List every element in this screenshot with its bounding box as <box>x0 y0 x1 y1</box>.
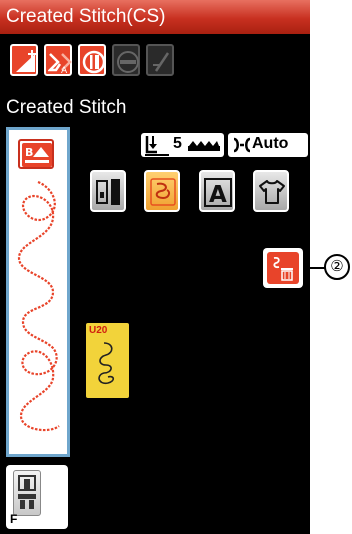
created-stitch-mode-icon <box>150 178 176 206</box>
presser-foot-frame <box>13 470 41 516</box>
presser-foot-pressure-icon <box>145 136 169 156</box>
shirt-mode-tab[interactable] <box>253 170 289 212</box>
window-title: Created Stitch(CS) <box>6 6 166 27</box>
elongation-icon <box>16 50 36 72</box>
title-bar: Created Stitch(CS) <box>0 0 310 34</box>
preview-swap-button[interactable]: B <box>18 139 54 169</box>
delete-stitch-button-face <box>267 252 299 284</box>
stitch-width-icon <box>117 51 139 73</box>
stitch-pattern-icon <box>98 342 115 385</box>
callout-number: ② <box>324 254 350 280</box>
svg-text:A: A <box>61 66 68 75</box>
flip-preview-icon: B <box>22 143 52 167</box>
page-heading: Created Stitch <box>6 97 127 118</box>
presser-foot-icon <box>18 475 36 509</box>
stitch-tile-u20[interactable]: U20 <box>86 323 129 398</box>
svg-text:B: B <box>25 146 33 159</box>
mirror-button[interactable]: A <box>44 44 72 76</box>
elongation-button[interactable] <box>10 44 38 76</box>
stitch-tile-code: U20 <box>89 325 108 336</box>
shirt-mode-icon <box>259 180 285 204</box>
presser-foot-indicator: F <box>6 465 68 529</box>
letter-mode-icon: A <box>204 178 232 208</box>
stitch-length-button[interactable] <box>146 44 174 76</box>
app-screen: Created Stitch(CS) A Created Stitch B 5 … <box>0 0 310 534</box>
utility-mode-icon <box>96 179 120 205</box>
thread-tension-icon <box>233 137 251 153</box>
callout-leader-line <box>303 267 325 269</box>
utility-mode-tab[interactable] <box>90 170 126 212</box>
delete-stitch-button[interactable] <box>263 248 303 288</box>
stitch-preview-pattern <box>17 180 60 432</box>
presser-foot-label: F <box>10 512 18 526</box>
presser-foot-pressure-indicator: 5 <box>141 133 224 157</box>
stitch-preview <box>6 127 70 457</box>
mirror-icon: A <box>48 53 72 75</box>
created-stitch-mode-tab[interactable] <box>144 170 180 212</box>
feed-dog-icon <box>188 141 220 151</box>
letter-mode-tab[interactable]: A <box>199 170 235 212</box>
thread-tension-indicator: Auto <box>228 133 308 157</box>
thread-tension-value: Auto <box>252 135 289 152</box>
split-stitch-icon <box>82 50 106 74</box>
stitch-length-icon <box>153 52 170 72</box>
delete-stitch-icon <box>273 256 293 281</box>
svg-text:A: A <box>209 182 227 208</box>
stitch-width-button[interactable] <box>112 44 140 76</box>
split-stitch-button[interactable] <box>78 44 106 76</box>
presser-foot-pressure-value: 5 <box>173 135 182 152</box>
